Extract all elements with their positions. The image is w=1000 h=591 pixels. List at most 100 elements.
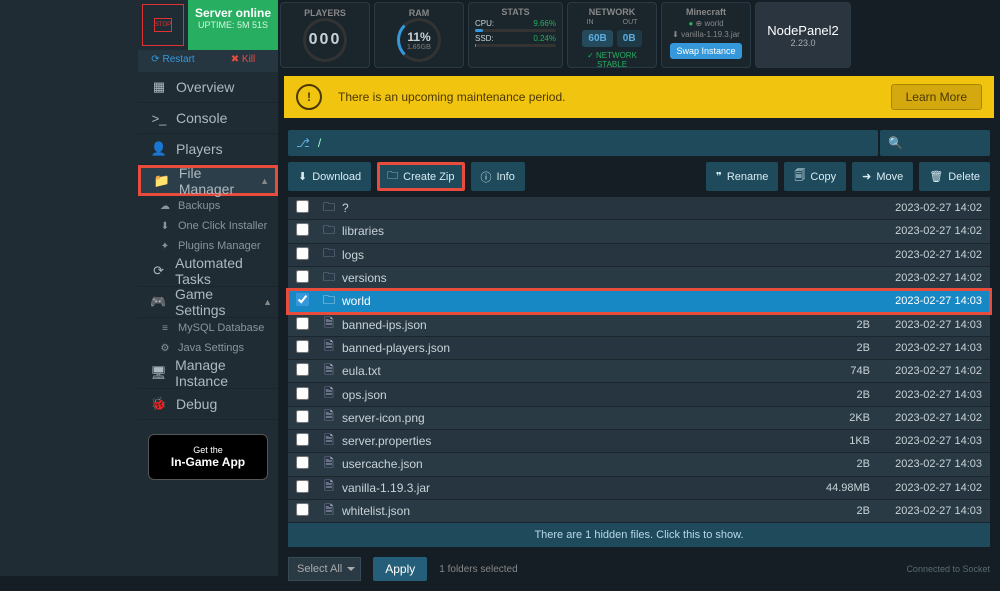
file-size: 2B	[800, 458, 870, 470]
search-icon: 🔍	[888, 136, 903, 150]
search-input[interactable]: 🔍	[880, 130, 990, 156]
file-row[interactable]: 🗎whitelist.json2B2023-02-27 14:03	[288, 500, 990, 523]
restart-button[interactable]: ⟳ Restart	[138, 50, 208, 72]
in-game-app-button[interactable]: Get theIn-Game App	[148, 434, 268, 480]
row-checkbox[interactable]	[288, 387, 316, 403]
row-checkbox[interactable]	[288, 247, 316, 263]
alert-icon: !	[296, 84, 322, 110]
file-row[interactable]: 🗎ops.json2B2023-02-27 14:03	[288, 383, 990, 406]
row-checkbox[interactable]	[288, 503, 316, 519]
file-date: 2023-02-27 14:03	[870, 342, 990, 354]
file-row[interactable]: 🗀logs2023-02-27 14:02	[288, 244, 990, 267]
file-date: 2023-02-27 14:03	[870, 319, 990, 331]
sidebar-item-overview[interactable]: ▦Overview	[138, 72, 278, 103]
file-row[interactable]: 🗎vanilla-1.19.3.jar44.98MB2023-02-27 14:…	[288, 477, 990, 500]
file-row[interactable]: 🗎eula.txt74B2023-02-27 14:02	[288, 360, 990, 383]
file-date: 2023-02-27 14:02	[870, 482, 990, 494]
file-icon: 🗎	[316, 361, 342, 382]
download-button[interactable]: ⬇Download	[288, 162, 371, 191]
file-size: 2KB	[800, 412, 870, 424]
row-checkbox[interactable]	[288, 363, 316, 379]
row-checkbox[interactable]	[288, 480, 316, 496]
file-name: eula.txt	[342, 364, 800, 378]
chevron-up-icon: ▲	[263, 297, 272, 307]
file-row[interactable]: 🗀world2023-02-27 14:03	[288, 290, 990, 313]
copy-button[interactable]: 🗐Copy	[784, 162, 846, 191]
socket-status: Connected to Socket	[906, 564, 990, 574]
sidebar-item-manage-instance[interactable]: 🖥Manage Instance	[138, 358, 278, 389]
folder-icon: 🗀	[316, 221, 342, 242]
sidebar-sub-plugins-manager[interactable]: ✦Plugins Manager	[138, 236, 278, 256]
row-checkbox[interactable]	[288, 456, 316, 472]
sidebar-sub-backups[interactable]: ☁Backups	[138, 196, 278, 216]
file-size: 1KB	[800, 435, 870, 447]
file-size: 2B	[800, 319, 870, 331]
minecraft-card: Minecraft ● ⊕ world ⬇ vanilla-1.19.3.jar…	[661, 2, 751, 68]
sidebar-item-players[interactable]: 👤Players	[138, 134, 278, 165]
copy-icon: 🗐	[794, 167, 805, 186]
row-checkbox[interactable]	[288, 223, 316, 239]
apply-button[interactable]: Apply	[373, 557, 427, 581]
hidden-files-bar[interactable]: There are 1 hidden files. Click this to …	[288, 523, 990, 547]
file-date: 2023-02-27 14:03	[870, 458, 990, 470]
row-checkbox[interactable]	[288, 270, 316, 286]
file-size: 2B	[800, 389, 870, 401]
sidebar-item-game-settings[interactable]: 🎮Game Settings▲	[138, 287, 278, 318]
delete-button[interactable]: 🗑Delete	[919, 162, 990, 191]
manage-instance-icon: 🖥	[148, 365, 169, 381]
file-date: 2023-02-27 14:03	[870, 435, 990, 447]
stats-card: STATS CPU:9.66% SSD:0.24%	[468, 2, 563, 68]
file-icon: 🗎	[316, 431, 342, 452]
automated-tasks-icon: ⟳	[148, 263, 169, 279]
file-name: whitelist.json	[342, 504, 800, 518]
row-checkbox[interactable]	[288, 317, 316, 333]
ram-gauge: RAM 11%1.65GB	[374, 2, 464, 68]
file-row[interactable]: 🗀versions2023-02-27 14:02	[288, 267, 990, 290]
file-row[interactable]: 🗎server.properties1KB2023-02-27 14:03	[288, 430, 990, 453]
sidebar-sub-one-click-installer[interactable]: ⬇One Click Installer	[138, 216, 278, 236]
network-card: NETWORK INOUT 60B0B ✓ NETWORK STABLE	[567, 2, 657, 68]
info-icon: ⓘ	[481, 169, 492, 185]
sidebar-item-console[interactable]: >_Console	[138, 103, 278, 134]
move-icon: ➜	[862, 170, 871, 183]
file-size: 44.98MB	[800, 482, 870, 494]
info-button[interactable]: ⓘInfo	[471, 162, 525, 191]
row-checkbox[interactable]	[288, 433, 316, 449]
row-checkbox[interactable]	[288, 200, 316, 216]
file-date: 2023-02-27 14:02	[870, 272, 990, 284]
stop-button[interactable]: STOP	[142, 4, 184, 46]
kill-button[interactable]: ✖ Kill	[208, 50, 278, 72]
row-checkbox[interactable]	[288, 410, 316, 426]
sidebar-sub-java-settings[interactable]: ⚙Java Settings	[138, 338, 278, 358]
file-row[interactable]: 🗎server-icon.png2KB2023-02-27 14:02	[288, 407, 990, 430]
file-row[interactable]: 🗎banned-ips.json2B2023-02-27 14:03	[288, 313, 990, 336]
file-name: banned-players.json	[342, 341, 800, 355]
file-manager-icon: 📁	[151, 173, 173, 189]
folder-icon: 🗀	[316, 291, 342, 312]
sidebar-item-debug[interactable]: 🐞Debug	[138, 389, 278, 420]
create-zip-button[interactable]: 🗀Create Zip	[377, 162, 464, 191]
file-icon: 🗎	[316, 501, 342, 522]
file-name: ?	[342, 201, 800, 215]
sidebar-item-automated-tasks[interactable]: ⟳Automated Tasks	[138, 256, 278, 287]
file-row[interactable]: 🗀libraries2023-02-27 14:02	[288, 220, 990, 243]
file-name: versions	[342, 271, 800, 285]
console-icon: >_	[148, 111, 170, 126]
move-button[interactable]: ➜Move	[852, 162, 913, 191]
debug-icon: 🐞	[148, 396, 170, 412]
file-name: banned-ips.json	[342, 318, 800, 332]
file-name: server.properties	[342, 434, 800, 448]
players-icon: 👤	[148, 141, 170, 157]
file-row[interactable]: 🗀?2023-02-27 14:02	[288, 197, 990, 220]
path-breadcrumb[interactable]: ⎇/	[288, 130, 878, 156]
sidebar-sub-mysql-database[interactable]: ≡MySQL Database	[138, 318, 278, 338]
row-checkbox[interactable]	[288, 340, 316, 356]
sidebar-item-file-manager[interactable]: 📁File Manager▲	[138, 165, 278, 196]
learn-more-button[interactable]: Learn More	[891, 84, 982, 110]
swap-instance-button[interactable]: Swap Instance	[670, 43, 741, 59]
rename-button[interactable]: ❞Rename	[706, 162, 779, 191]
select-all-dropdown[interactable]: Select All	[288, 557, 361, 581]
file-row[interactable]: 🗎banned-players.json2B2023-02-27 14:03	[288, 337, 990, 360]
file-row[interactable]: 🗎usercache.json2B2023-02-27 14:03	[288, 453, 990, 476]
row-checkbox[interactable]	[288, 293, 316, 309]
